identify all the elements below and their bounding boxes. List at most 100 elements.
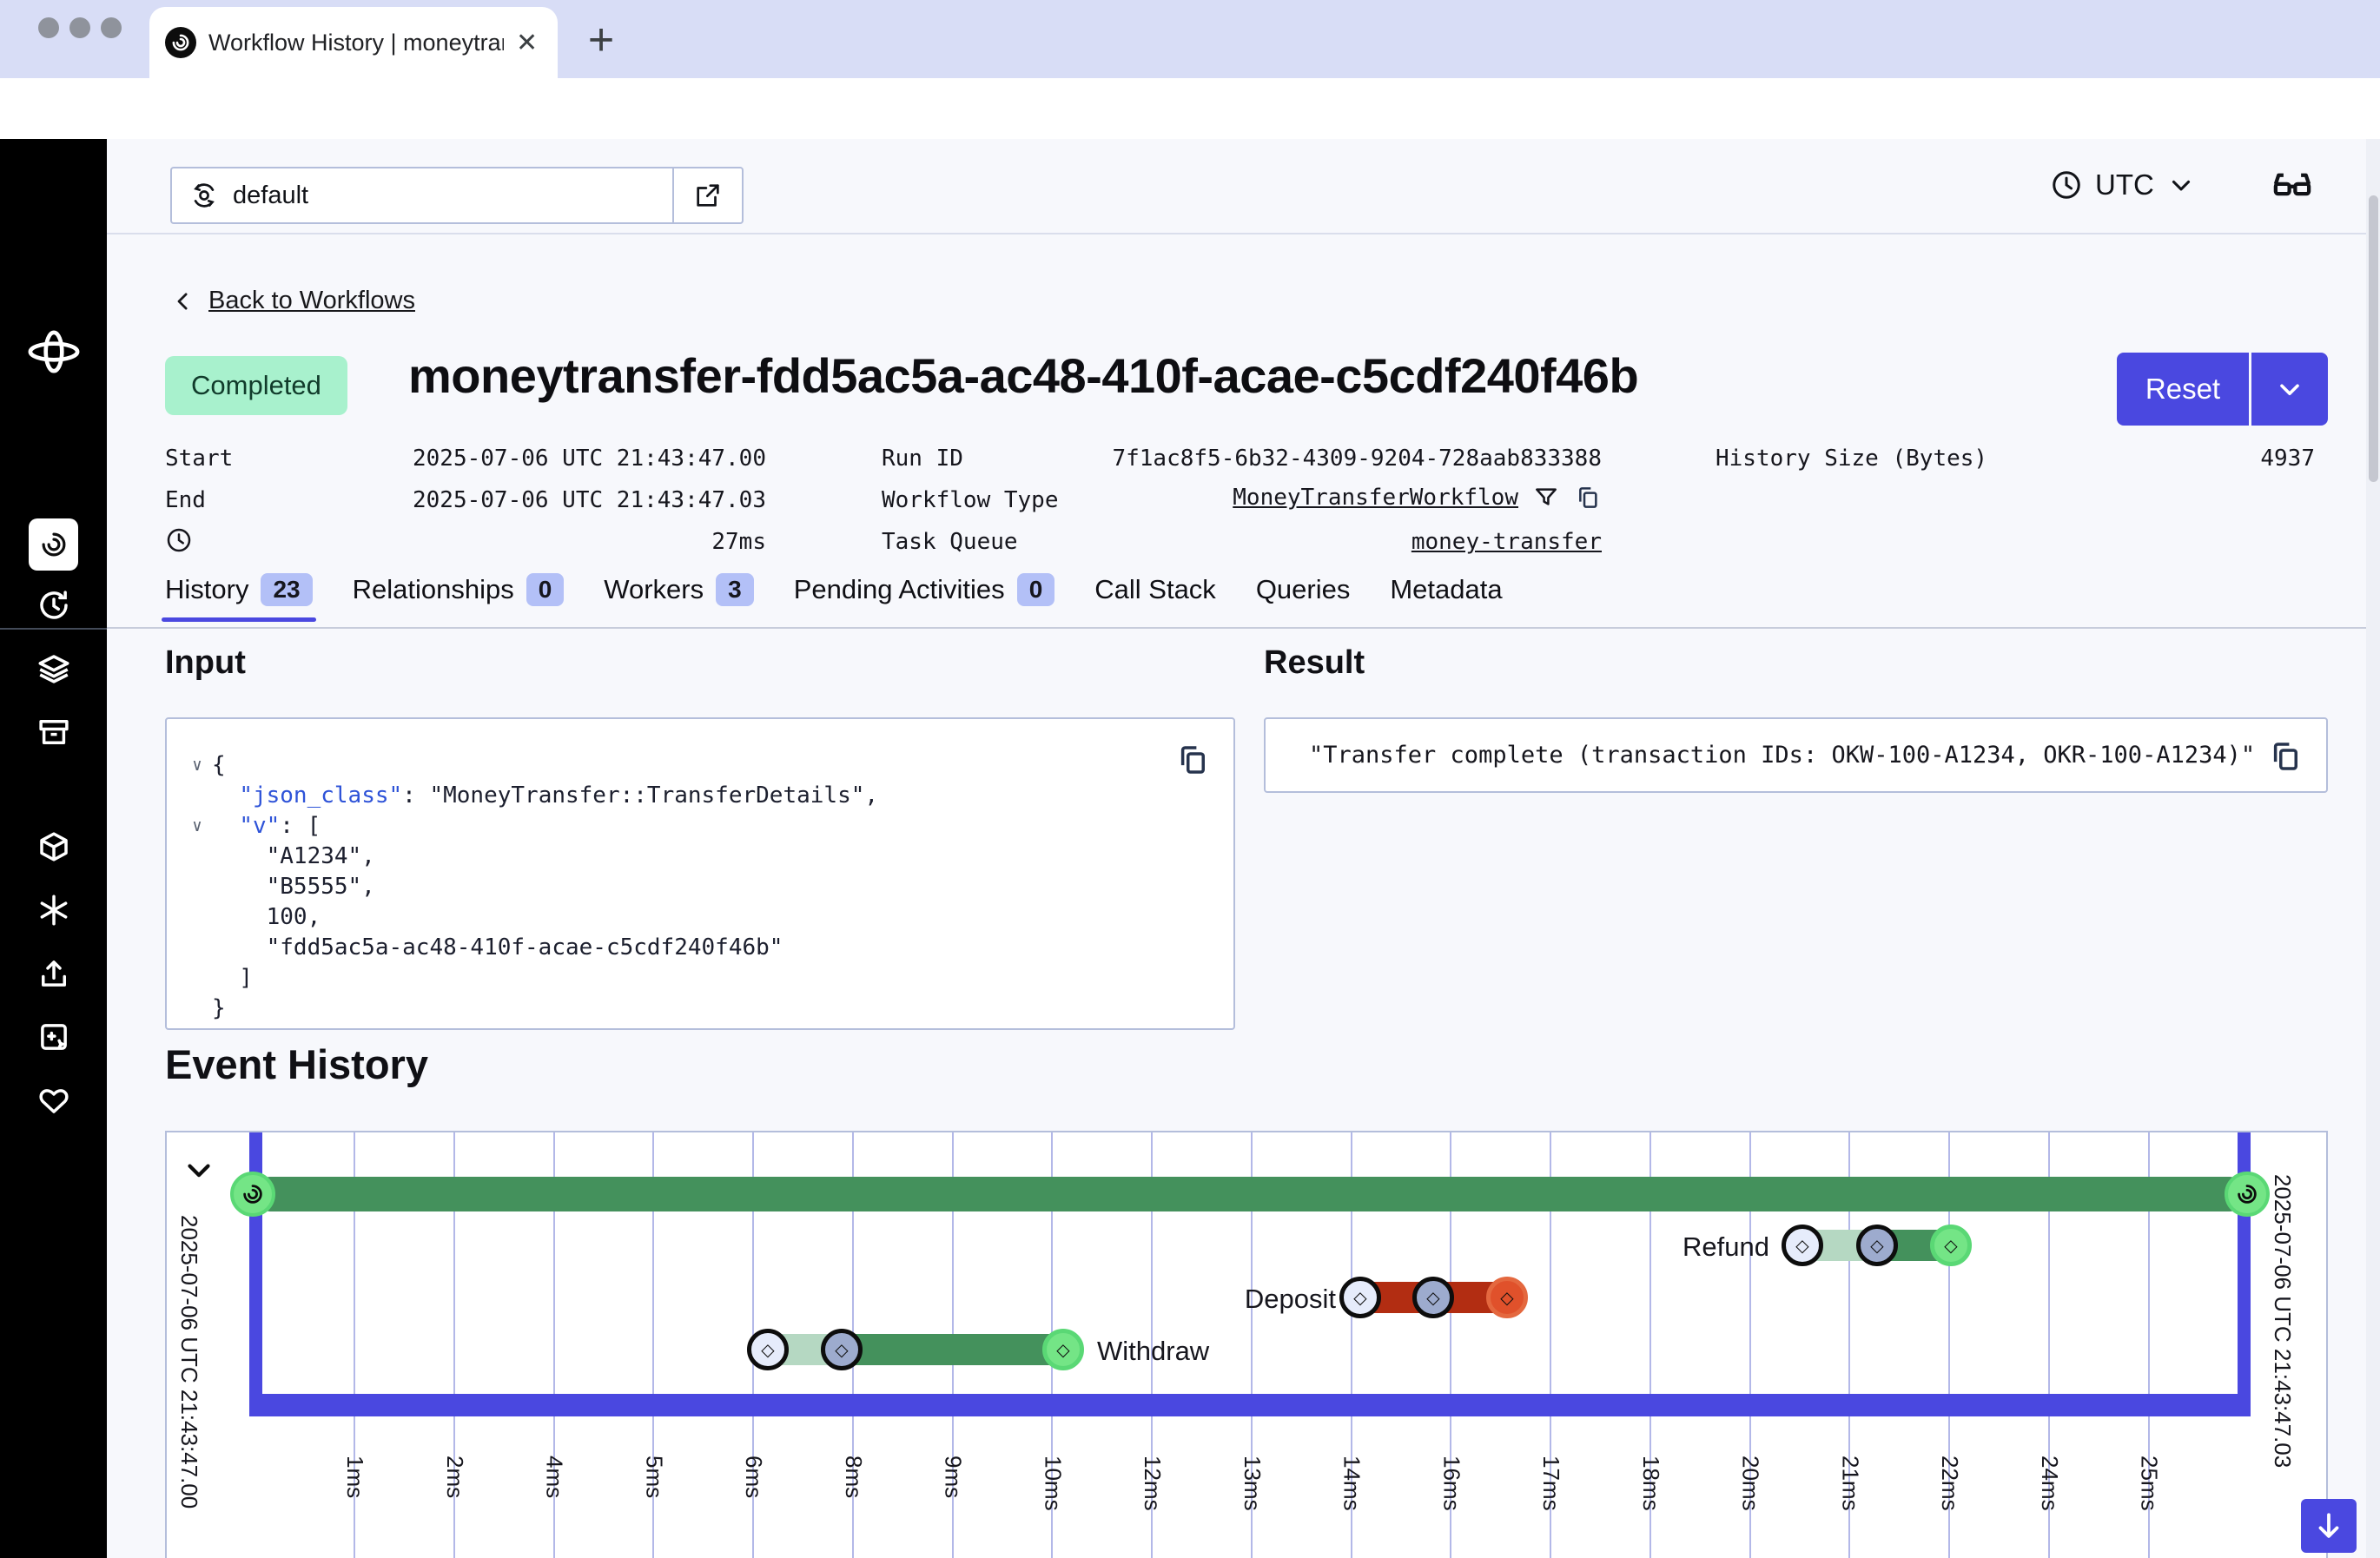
- event-dot-started[interactable]: ◇: [821, 1329, 863, 1370]
- namespace-external-link-button[interactable]: [672, 168, 742, 222]
- event-dot-completed[interactable]: ◇: [1042, 1329, 1084, 1370]
- tab-queries[interactable]: Queries: [1256, 574, 1351, 621]
- start-label: Start: [165, 446, 233, 472]
- tick-label: 16ms: [1438, 1456, 1464, 1511]
- sidebar-item-deployments[interactable]: [0, 638, 107, 699]
- gutter: [182, 872, 212, 902]
- event-dot-started[interactable]: ◇: [1412, 1277, 1454, 1318]
- filter-funnel-icon[interactable]: [1532, 484, 1560, 512]
- workflow-start-event-dot[interactable]: [230, 1172, 275, 1217]
- glasses-icon: [2269, 162, 2316, 208]
- app-sidebar: 2.34.0: [0, 139, 107, 1558]
- workflow-execution-span[interactable]: [253, 1177, 2247, 1211]
- sidebar-item-archive[interactable]: [0, 702, 107, 762]
- sidebar-item-feedback[interactable]: [0, 1070, 107, 1131]
- clock-icon: [2050, 168, 2083, 201]
- sidebar-item-schedules[interactable]: [0, 575, 107, 636]
- sidebar-item-namespaces[interactable]: [0, 816, 107, 877]
- event-dot-scheduled[interactable]: ◇: [747, 1329, 789, 1370]
- sidebar-item-workflows[interactable]: [29, 518, 78, 571]
- tab-label: Call Stack: [1094, 574, 1216, 605]
- event-dot-started[interactable]: ◇: [1856, 1225, 1898, 1266]
- namespace-selector[interactable]: default: [170, 167, 744, 224]
- reset-button[interactable]: Reset: [2117, 353, 2249, 426]
- chevron-down-icon: [2274, 373, 2305, 405]
- history-size-value: 4937: [1998, 446, 2315, 472]
- scrollbar-thumb[interactable]: [2369, 195, 2378, 482]
- sidebar-item-import[interactable]: [0, 943, 107, 1004]
- copy-icon[interactable]: [2267, 738, 2304, 775]
- tick-label: 14ms: [1339, 1456, 1365, 1511]
- workflow-type-label: Workflow Type: [882, 487, 1059, 513]
- arrow-down-icon: [2312, 1509, 2345, 1542]
- run-id-label: Run ID: [882, 446, 963, 472]
- tab-call-stack[interactable]: Call Stack: [1094, 574, 1216, 621]
- copy-icon[interactable]: [1574, 484, 1602, 512]
- timeline-expand-chevron-icon[interactable]: [181, 1152, 217, 1192]
- copy-icon[interactable]: [1174, 742, 1211, 778]
- tick-label: 13ms: [1239, 1456, 1266, 1511]
- tab-history[interactable]: History23: [165, 573, 313, 622]
- temporal-favicon-icon: [165, 27, 196, 58]
- tab-count-badge: 0: [1017, 573, 1055, 606]
- tab-workers[interactable]: Workers3: [604, 573, 753, 622]
- tab-metadata[interactable]: Metadata: [1390, 574, 1502, 621]
- window-minimize-button[interactable]: [69, 17, 90, 38]
- cube-icon: [36, 829, 72, 865]
- timeline-start-time-label: 2025-07-06 UTC 21:43:47.00: [175, 1215, 202, 1508]
- timezone-selector[interactable]: UTC: [2050, 155, 2196, 215]
- event-dot-completed[interactable]: ◇: [1930, 1225, 1972, 1266]
- tab-label: Workers: [604, 574, 704, 605]
- gutter: [182, 781, 212, 811]
- json-key: "v": [239, 811, 280, 842]
- workflow-type-row: MoneyTransferWorkflow: [1081, 484, 1602, 512]
- json-text: }: [212, 994, 226, 1024]
- gutter: [182, 994, 212, 1024]
- tick-label: 10ms: [1039, 1456, 1066, 1511]
- upload-icon: [36, 955, 72, 992]
- duration-clock-icon: [165, 526, 193, 558]
- labs-glasses-toggle[interactable]: [2269, 162, 2316, 213]
- json-line: 100,: [182, 902, 878, 933]
- new-tab-button[interactable]: +: [575, 14, 627, 66]
- workflow-type-link[interactable]: MoneyTransferWorkflow: [1233, 485, 1518, 511]
- scroll-to-bottom-button[interactable]: [2301, 1499, 2357, 1553]
- browser-tab[interactable]: Workflow History | moneytran ✕: [149, 7, 558, 78]
- tab-pending-activities[interactable]: Pending Activities0: [794, 573, 1055, 622]
- event-dot-scheduled[interactable]: ◇: [1339, 1277, 1381, 1318]
- event-history-timeline[interactable]: Refund ◇ ◇ ◇ Deposit ◇ ◇ ◇ ◇ ◇ ◇ Withdra…: [165, 1131, 2328, 1558]
- result-value: "Transfer complete (transaction IDs: OKW…: [1309, 742, 2255, 769]
- input-json-viewer[interactable]: ∨{ "json_class": "MoneyTransfer::Transfe…: [182, 750, 878, 1024]
- json-text: : [: [280, 811, 321, 842]
- event-history-heading: Event History: [165, 1040, 428, 1088]
- tick-label: 1ms: [341, 1456, 368, 1498]
- collapse-chevron-icon[interactable]: ∨: [182, 811, 212, 842]
- collapse-chevron-icon[interactable]: ∨: [182, 750, 212, 781]
- json-text: {: [212, 750, 226, 781]
- task-queue-link[interactable]: money-transfer: [1081, 529, 1602, 555]
- tab-count-badge: 23: [261, 573, 312, 606]
- tab-relationships[interactable]: Relationships0: [353, 573, 565, 622]
- event-dot-failed[interactable]: ◇: [1486, 1277, 1528, 1318]
- window-close-button[interactable]: [38, 17, 59, 38]
- temporal-logo-icon[interactable]: [0, 321, 107, 382]
- json-text: [212, 781, 239, 811]
- back-to-workflows-link[interactable]: Back to Workflows: [170, 287, 415, 315]
- archive-box-icon: [36, 714, 72, 750]
- json-text: 100,: [212, 902, 321, 933]
- tick-label: 17ms: [1537, 1456, 1564, 1511]
- workflow-end-event-dot[interactable]: [2225, 1172, 2270, 1217]
- event-dot-scheduled[interactable]: ◇: [1782, 1225, 1823, 1266]
- json-text: ]: [212, 963, 253, 994]
- namespace-current[interactable]: default: [172, 181, 672, 210]
- temporal-spiral-icon: [2234, 1181, 2260, 1207]
- tick-label: 12ms: [1139, 1456, 1166, 1511]
- window-zoom-button[interactable]: [101, 17, 122, 38]
- json-line: }: [182, 994, 878, 1024]
- sidebar-item-nexus[interactable]: [0, 880, 107, 941]
- tab-close-icon[interactable]: ✕: [516, 28, 538, 58]
- sidebar-item-labs[interactable]: [0, 1007, 107, 1067]
- json-line: "json_class": "MoneyTransfer::TransferDe…: [182, 781, 878, 811]
- reset-dropdown-button[interactable]: [2251, 353, 2328, 426]
- external-link-icon: [693, 181, 723, 210]
